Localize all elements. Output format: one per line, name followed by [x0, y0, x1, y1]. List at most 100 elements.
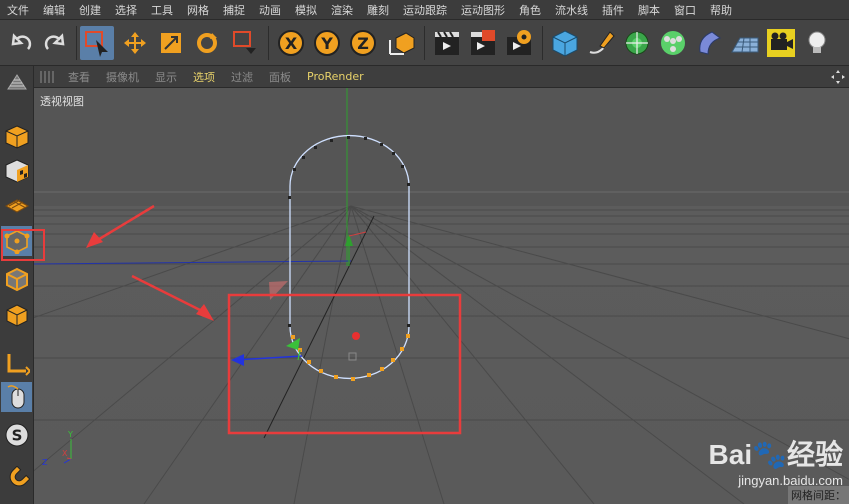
light-button[interactable] [800, 26, 834, 60]
solo-s-icon: S [5, 423, 28, 447]
scale-tool-button[interactable] [154, 26, 188, 60]
edges-mode-button[interactable] [1, 264, 32, 294]
menu-sculpt[interactable]: 雕刻 [360, 2, 396, 18]
menu-snap[interactable]: 捕捉 [216, 2, 252, 18]
menu-animate[interactable]: 动画 [252, 2, 288, 18]
object-center-handle[interactable] [352, 332, 360, 340]
cube-object-button[interactable] [548, 26, 582, 60]
render-view-button[interactable] [430, 26, 464, 60]
menu-simulate[interactable]: 模拟 [288, 2, 324, 18]
menu-tools[interactable]: 工具 [144, 2, 180, 18]
menu-character[interactable]: 角色 [512, 2, 548, 18]
viewport-menu-filter[interactable]: 过滤 [223, 69, 261, 85]
menu-help[interactable]: 帮助 [703, 2, 739, 18]
pen-icon [589, 31, 615, 54]
polygons-mode-button[interactable] [1, 300, 32, 330]
live-selection-button[interactable] [80, 26, 114, 60]
enable-axis-button[interactable] [1, 348, 32, 378]
menu-create[interactable]: 创建 [72, 2, 108, 18]
menu-script[interactable]: 脚本 [631, 2, 667, 18]
move-icon [124, 32, 146, 54]
viewport-menu-view[interactable]: 查看 [60, 69, 98, 85]
coordinate-system-button[interactable] [384, 26, 418, 60]
menu-window[interactable]: 窗口 [667, 2, 703, 18]
svg-text:X: X [285, 34, 298, 53]
edges-mode-icon [5, 267, 28, 292]
annotation-tool-box [1, 229, 45, 261]
subdivision-surface-button[interactable] [620, 26, 654, 60]
floor-button[interactable] [728, 26, 762, 60]
menu-file[interactable]: 文件 [0, 2, 36, 18]
recent-tool-button[interactable] [228, 26, 262, 60]
undo-button[interactable] [4, 26, 38, 60]
tweak-mode-button[interactable] [1, 382, 32, 412]
clapper-render-icon [471, 30, 495, 55]
lock-x-axis-button[interactable]: X [274, 26, 308, 60]
subdivision-icon [625, 31, 649, 55]
make-editable-icon [6, 74, 27, 90]
lock-y-axis-button[interactable]: Y [310, 26, 344, 60]
viewport-menu-options[interactable]: 选项 [185, 69, 223, 85]
lock-z-axis-button[interactable]: Z [346, 26, 380, 60]
menu-bar: 文件 编辑 创建 选择 工具 网格 捕捉 动画 模拟 渲染 雕刻 运动跟踪 运动… [0, 0, 849, 20]
spline-pen-button[interactable] [584, 26, 618, 60]
model-mode-button[interactable] [1, 122, 32, 152]
cube-icon [552, 30, 578, 57]
clapper-settings-icon [507, 30, 531, 55]
snap-button[interactable] [1, 464, 32, 494]
solo-button[interactable]: S [1, 420, 32, 450]
deformer-button[interactable] [692, 26, 726, 60]
viewport-menu-panel[interactable]: 面板 [261, 69, 299, 85]
viewport-title: 透视视图 [38, 93, 86, 109]
camera-button[interactable] [764, 26, 798, 60]
texture-checker-icon [5, 159, 28, 183]
scale-icon [161, 33, 181, 53]
world-coordinates-icon [389, 32, 415, 55]
model-cube-icon [5, 125, 28, 149]
menu-render[interactable]: 渲染 [324, 2, 360, 18]
viewport-menu-cameras[interactable]: 摄像机 [98, 69, 147, 85]
menu-mograph[interactable]: 运动图形 [454, 2, 512, 18]
menu-mesh[interactable]: 网格 [180, 2, 216, 18]
texture-mode-button[interactable] [1, 156, 32, 186]
viewport-menu-display[interactable]: 显示 [147, 69, 185, 85]
make-editable-button[interactable] [1, 70, 32, 94]
render-settings-button[interactable] [502, 26, 536, 60]
svg-text:Z: Z [357, 34, 369, 53]
svg-text:Z: Z [42, 458, 48, 467]
menu-plugins[interactable]: 插件 [595, 2, 631, 18]
viewport-nav-icon[interactable] [831, 70, 845, 84]
floor-icon [731, 37, 759, 53]
perspective-viewport[interactable]: Y Z X 透视视图 Bai🐾经验 jingyan.baidu.com 网格间距… [34, 88, 849, 504]
rotate-icon [197, 33, 217, 53]
y-axis-icon: Y [314, 30, 340, 56]
move-tool-button[interactable] [118, 26, 152, 60]
svg-text:X: X [62, 449, 68, 458]
panel-grip-icon[interactable] [40, 70, 54, 83]
render-to-picture-viewer-button[interactable] [466, 26, 500, 60]
menu-edit[interactable]: 编辑 [36, 2, 72, 18]
clapper-icon [435, 31, 459, 55]
annotation-arrow-icon [196, 304, 214, 321]
menu-select[interactable]: 选择 [108, 2, 144, 18]
undo-icon [11, 33, 32, 50]
svg-text:Y: Y [320, 34, 333, 53]
workplane-mode-button[interactable] [1, 190, 32, 220]
redo-button[interactable] [38, 26, 72, 60]
redo-icon [44, 33, 65, 50]
selection-icon [85, 31, 108, 57]
viewport-menu-prorender[interactable]: ProRender [299, 70, 372, 83]
rotate-tool-button[interactable] [190, 26, 224, 60]
viewport-menu-bar: 查看 摄像机 显示 选项 过滤 面板 ProRender [34, 66, 849, 88]
workplane-icon [4, 199, 29, 213]
svg-text:Y: Y [67, 430, 73, 439]
polygons-mode-icon [6, 304, 27, 327]
paw-icon: 🐾 [752, 439, 787, 470]
svg-text:S: S [11, 427, 22, 445]
camera-icon [767, 29, 795, 57]
menu-motion-tracking[interactable]: 运动跟踪 [396, 2, 454, 18]
cloner-button[interactable] [656, 26, 690, 60]
light-bulb-icon [808, 31, 826, 53]
magnet-icon [9, 466, 30, 487]
menu-pipeline[interactable]: 流水线 [548, 2, 595, 18]
